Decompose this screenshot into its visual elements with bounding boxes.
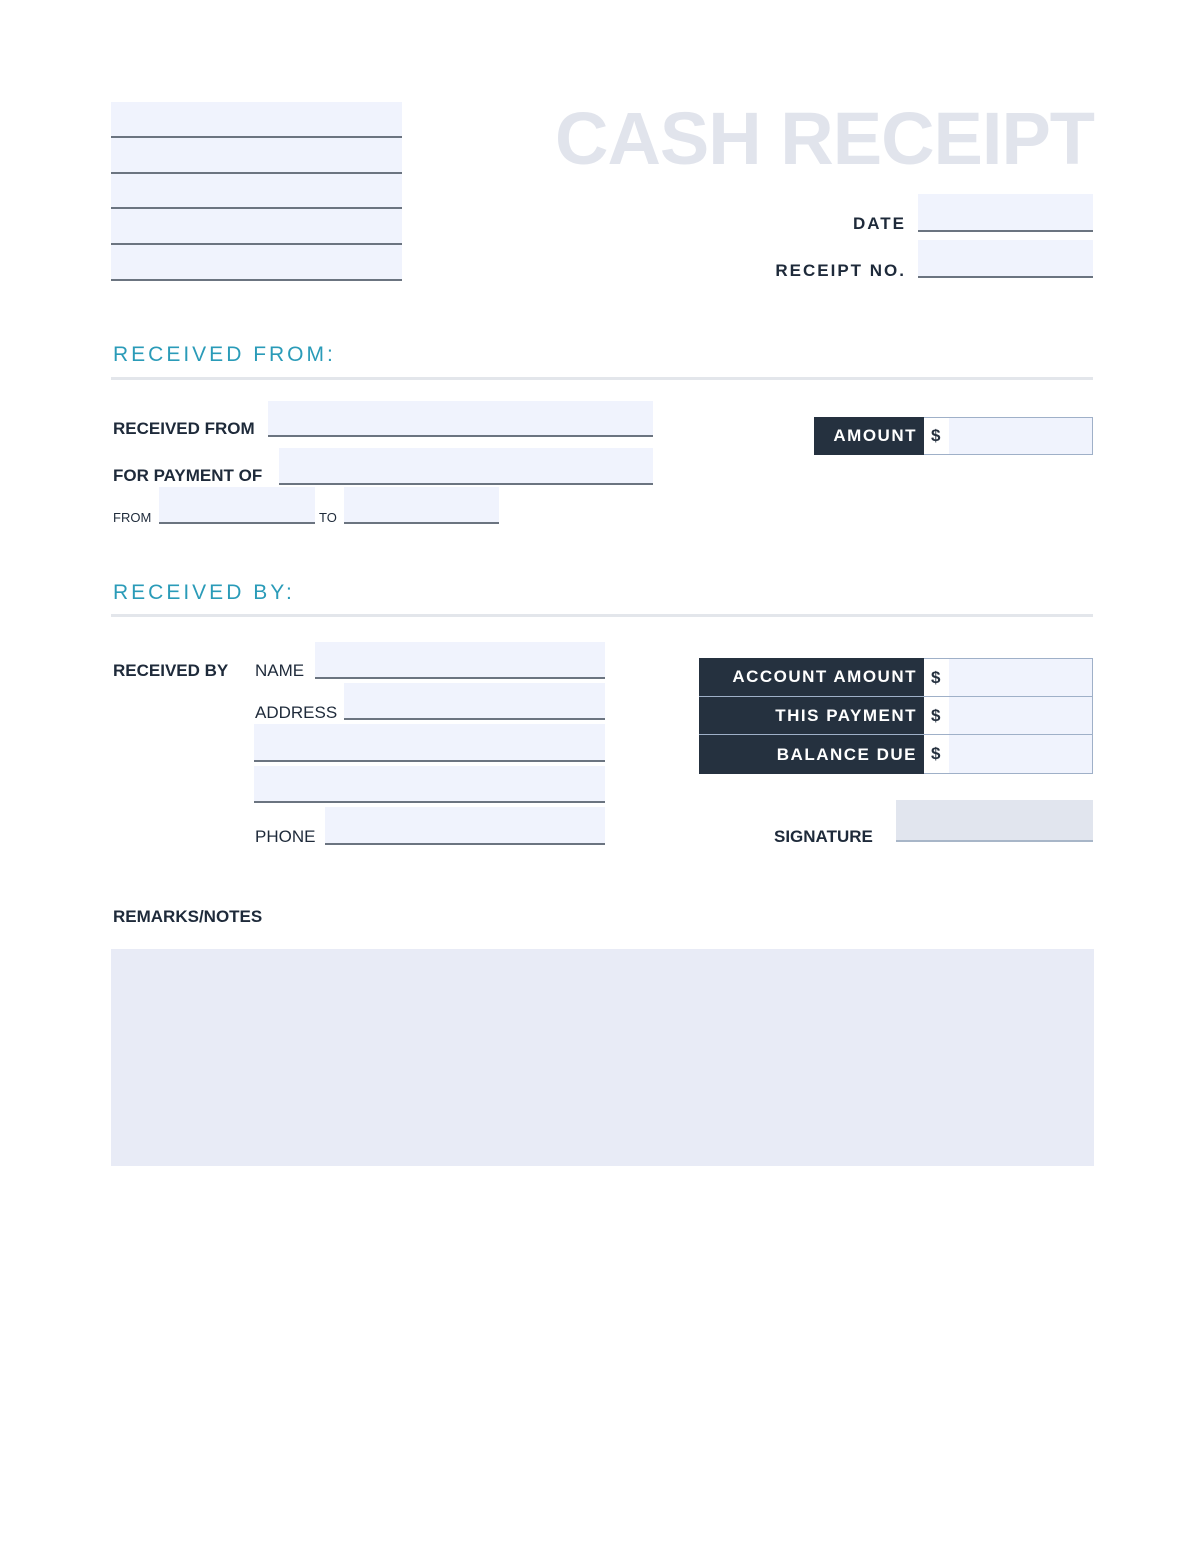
amount-row: AMOUNT $: [814, 417, 1093, 455]
this-payment-label: THIS PAYMENT: [699, 697, 924, 735]
address-line-2-field[interactable]: [254, 724, 605, 762]
dollar-sign-icon: $: [924, 697, 949, 734]
name-field[interactable]: [315, 642, 605, 679]
name-label: NAME: [255, 661, 305, 680]
company-line-1-field[interactable]: [111, 102, 402, 138]
phone-label: PHONE: [255, 827, 316, 846]
account-amount-label: ACCOUNT AMOUNT: [699, 658, 924, 697]
section-divider: [111, 614, 1093, 617]
phone-field[interactable]: [325, 807, 605, 845]
company-line-2-field[interactable]: [111, 138, 402, 174]
amount-field[interactable]: $: [924, 417, 1093, 455]
company-line-3-field[interactable]: [111, 174, 402, 209]
balance-due-row: BALANCE DUE $: [699, 735, 1093, 774]
account-amount-row: ACCOUNT AMOUNT $: [699, 658, 1093, 697]
remarks-textarea[interactable]: [111, 949, 1094, 1166]
from-label: FROM: [113, 510, 152, 525]
received-by-label: RECEIVED BY: [113, 661, 229, 680]
remarks-label: REMARKS/NOTES: [113, 907, 263, 926]
date-label: DATE: [852, 214, 906, 233]
dollar-sign-icon: $: [924, 418, 949, 454]
for-payment-of-field[interactable]: [279, 448, 653, 485]
company-line-5-field[interactable]: [111, 245, 402, 281]
to-label: TO: [319, 510, 337, 525]
balance-due-label: BALANCE DUE: [699, 735, 924, 774]
received-by-heading: RECEIVED BY:: [113, 581, 295, 604]
this-payment-row: THIS PAYMENT $: [699, 697, 1093, 735]
company-line-4-field[interactable]: [111, 209, 402, 245]
balance-due-field[interactable]: $: [924, 735, 1093, 774]
address-label: ADDRESS: [255, 703, 338, 722]
received-from-heading: RECEIVED FROM:: [113, 343, 336, 366]
receipt-no-field[interactable]: [918, 240, 1093, 278]
dollar-sign-icon: $: [924, 659, 949, 696]
signature-label: SIGNATURE: [774, 827, 873, 846]
signature-field[interactable]: [896, 800, 1093, 842]
received-from-field[interactable]: [268, 401, 653, 437]
account-amount-field[interactable]: $: [924, 658, 1093, 697]
dollar-sign-icon: $: [924, 735, 949, 773]
receipt-no-label: RECEIPT NO.: [775, 261, 906, 280]
for-payment-of-label: FOR PAYMENT OF: [113, 466, 263, 485]
received-from-label: RECEIVED FROM: [113, 419, 255, 438]
to-date-field[interactable]: [344, 487, 499, 524]
section-divider: [111, 377, 1093, 380]
from-date-field[interactable]: [159, 487, 315, 524]
page-title: CASH RECEIPT: [555, 97, 1095, 180]
address-line-1-field[interactable]: [344, 683, 605, 720]
address-line-3-field[interactable]: [254, 766, 605, 803]
date-field[interactable]: [918, 194, 1093, 232]
this-payment-field[interactable]: $: [924, 697, 1093, 735]
amount-label: AMOUNT: [814, 417, 924, 455]
